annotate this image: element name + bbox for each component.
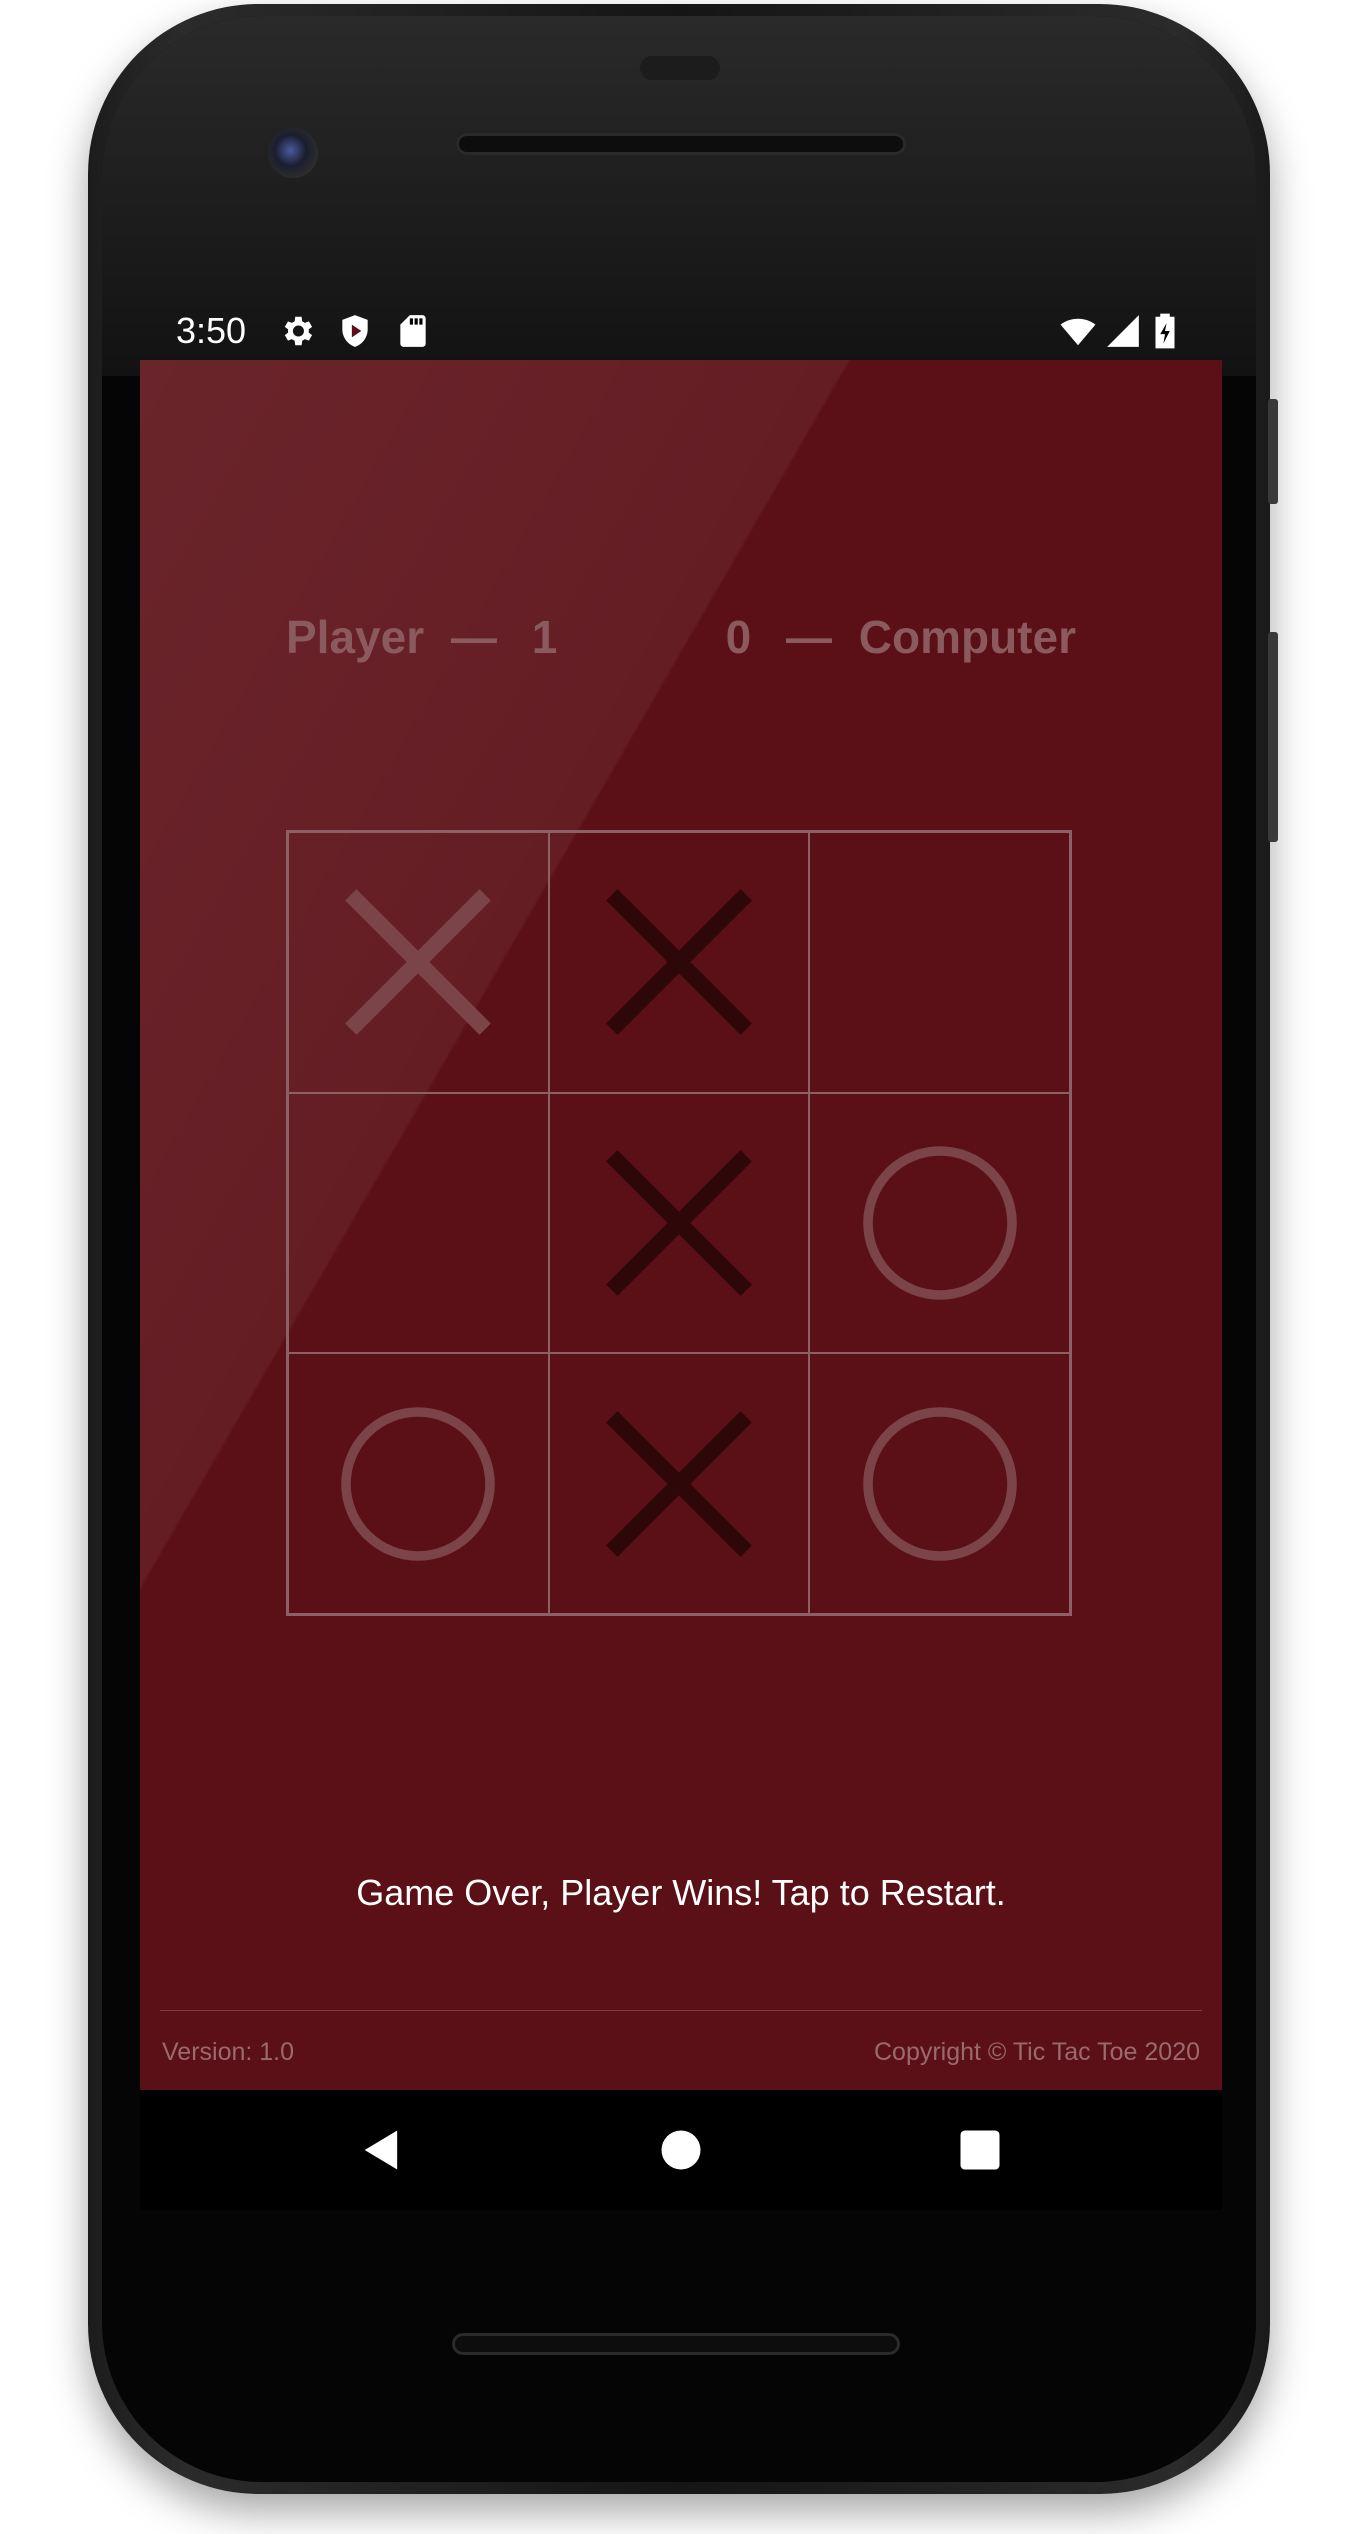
x-mark-icon <box>606 1150 752 1296</box>
board-cell[interactable] <box>548 1092 810 1354</box>
board-cell[interactable] <box>548 1353 810 1614</box>
score-separator: — <box>785 611 832 663</box>
game-over-message[interactable]: Game Over, Player Wins! Tap to Restart. <box>140 1872 1222 1914</box>
battery-charging-icon <box>1155 313 1175 349</box>
status-time: 3:50 <box>176 310 247 351</box>
x-mark-icon <box>606 889 752 1036</box>
bottom-speaker <box>452 2333 900 2355</box>
score-separator: — <box>450 611 497 663</box>
board-cell[interactable] <box>809 832 1070 1093</box>
copyright-label: Copyright © Tic Tac Toe 2020 <box>873 2038 1200 2066</box>
shield-play-icon <box>342 315 368 347</box>
board-cell[interactable] <box>288 832 549 1093</box>
proximity-sensor <box>640 56 720 80</box>
navigation-bar <box>140 2090 1222 2210</box>
sd-card-icon <box>400 315 426 347</box>
wifi-icon <box>1060 318 1096 346</box>
computer-score: 0 — Computer <box>726 610 1076 664</box>
o-mark-icon <box>862 1146 1017 1300</box>
status-bar: 3:50 <box>140 300 1222 360</box>
board-cell[interactable] <box>288 1092 549 1354</box>
board-cell[interactable] <box>809 1092 1070 1354</box>
o-mark-icon <box>862 1406 1017 1561</box>
signal-icon <box>1107 315 1139 347</box>
front-camera <box>268 128 318 178</box>
back-icon[interactable] <box>356 2124 408 2176</box>
o-mark-icon <box>341 1406 496 1561</box>
x-mark-icon <box>345 889 492 1036</box>
board-cell[interactable] <box>288 1353 549 1614</box>
top-speaker <box>456 133 906 155</box>
board-cell[interactable] <box>548 832 810 1093</box>
game-board <box>286 830 1072 1616</box>
version-label: Version: 1.0 <box>162 2038 295 2066</box>
volume-button <box>1268 632 1278 842</box>
home-icon[interactable] <box>655 2124 707 2176</box>
board-cell[interactable] <box>809 1353 1070 1614</box>
player-score-value: 1 <box>531 611 558 663</box>
player-label: Player <box>286 611 425 663</box>
gear-icon <box>284 316 313 346</box>
computer-score-value: 0 <box>725 611 752 663</box>
power-button <box>1268 399 1278 504</box>
recents-icon[interactable] <box>954 2124 1006 2176</box>
game-screen[interactable]: Player — 1 0 — Computer Game Over, Playe… <box>140 360 1222 2090</box>
computer-label: Computer <box>858 611 1076 663</box>
player-score: Player — 1 <box>286 610 557 664</box>
footer-divider <box>160 2010 1202 2011</box>
x-mark-icon <box>606 1410 752 1557</box>
